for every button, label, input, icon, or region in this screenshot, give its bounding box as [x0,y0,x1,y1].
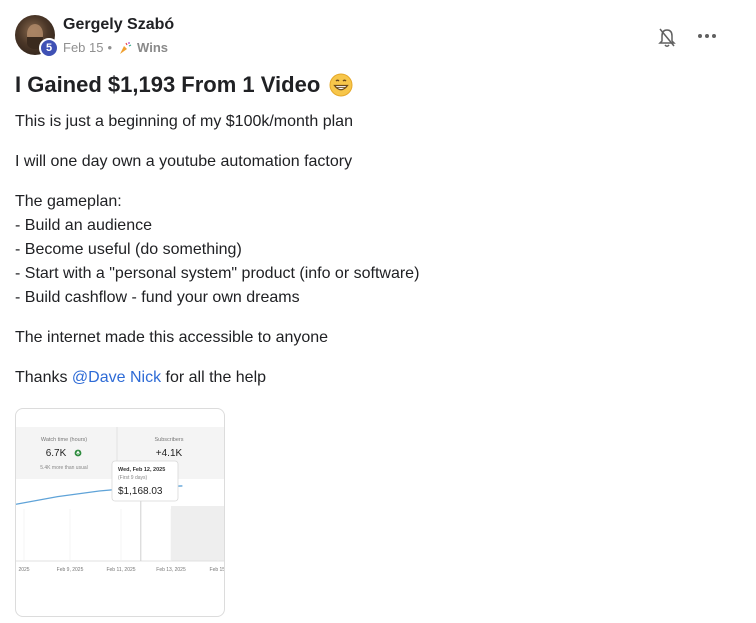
more-dot [698,34,702,38]
post-date[interactable]: Feb 15 [63,40,103,55]
x-tick-label: Feb 11, 2025 [106,567,135,573]
list-item: - Build cashflow - fund your own dreams [15,289,300,306]
list-item: - Start with a "personal system" product… [15,265,420,282]
bell-icon[interactable] [657,27,677,49]
post-card: 5 Gergely Szabó Feb 15 • Wins I Gained $… [0,0,756,623]
stat-value: 6.7K [46,448,67,459]
post-paragraph: The internet made this accessible to any… [15,329,329,346]
post-meta: Feb 15 • Wins [63,40,168,55]
post-title: I Gained $1,193 From 1 Video [15,72,353,98]
post-paragraph: This is just a beginning of my $100k/mon… [15,113,353,130]
meta-separator: • [107,40,113,55]
x-tick-label: Feb 9, 2025 [57,567,84,573]
post-paragraph: I will one day own a youtube automation … [15,153,353,170]
list-item: - Become useful (do something) [15,241,242,258]
post-paragraph: The gameplan: [15,193,122,210]
thanks-suffix: for all the help [161,369,267,386]
party-popper-icon [120,41,132,54]
grinning-face-emoji [329,73,353,97]
stat-label: Subscribers [154,437,183,443]
more-dot [705,34,709,38]
stat-label: Watch time (hours) [41,437,87,443]
future-region [171,506,224,561]
x-tick-label: 2025 [18,567,29,573]
tooltip-value: $1,168.03 [118,486,163,497]
list-item: - Build an audience [15,217,152,234]
category-link[interactable]: Wins [137,40,168,55]
author-name[interactable]: Gergely Szabó [63,16,174,34]
analytics-chart: Watch time (hours) 6.7K 5.4K more than u… [16,427,224,573]
x-tick-labels: 2025 Feb 9, 2025 Feb 11, 2025 Feb 13, 2025 F… [18,567,224,573]
stat-note: 5.4K more than usual [40,465,88,471]
x-tick-label: Feb 15, [210,567,224,573]
level-badge: 5 [39,38,59,58]
more-dot [712,34,716,38]
user-mention-link[interactable]: @Dave Nick [72,369,161,386]
tooltip-date: Wed, Feb 12, 2025 [118,467,165,473]
more-options-icon[interactable] [698,34,718,40]
x-tick-label: Feb 13, 2025 [156,567,186,573]
post-title-text: I Gained $1,193 From 1 Video [15,72,321,97]
tooltip-subtitle: (First 9 days) [118,475,148,481]
thanks-prefix: Thanks [15,369,72,386]
stat-value: +4.1K [156,448,183,459]
analytics-screenshot[interactable]: Watch time (hours) 6.7K 5.4K more than u… [15,408,225,617]
thanks-line: Thanks @Dave Nick for all the help [15,366,266,390]
